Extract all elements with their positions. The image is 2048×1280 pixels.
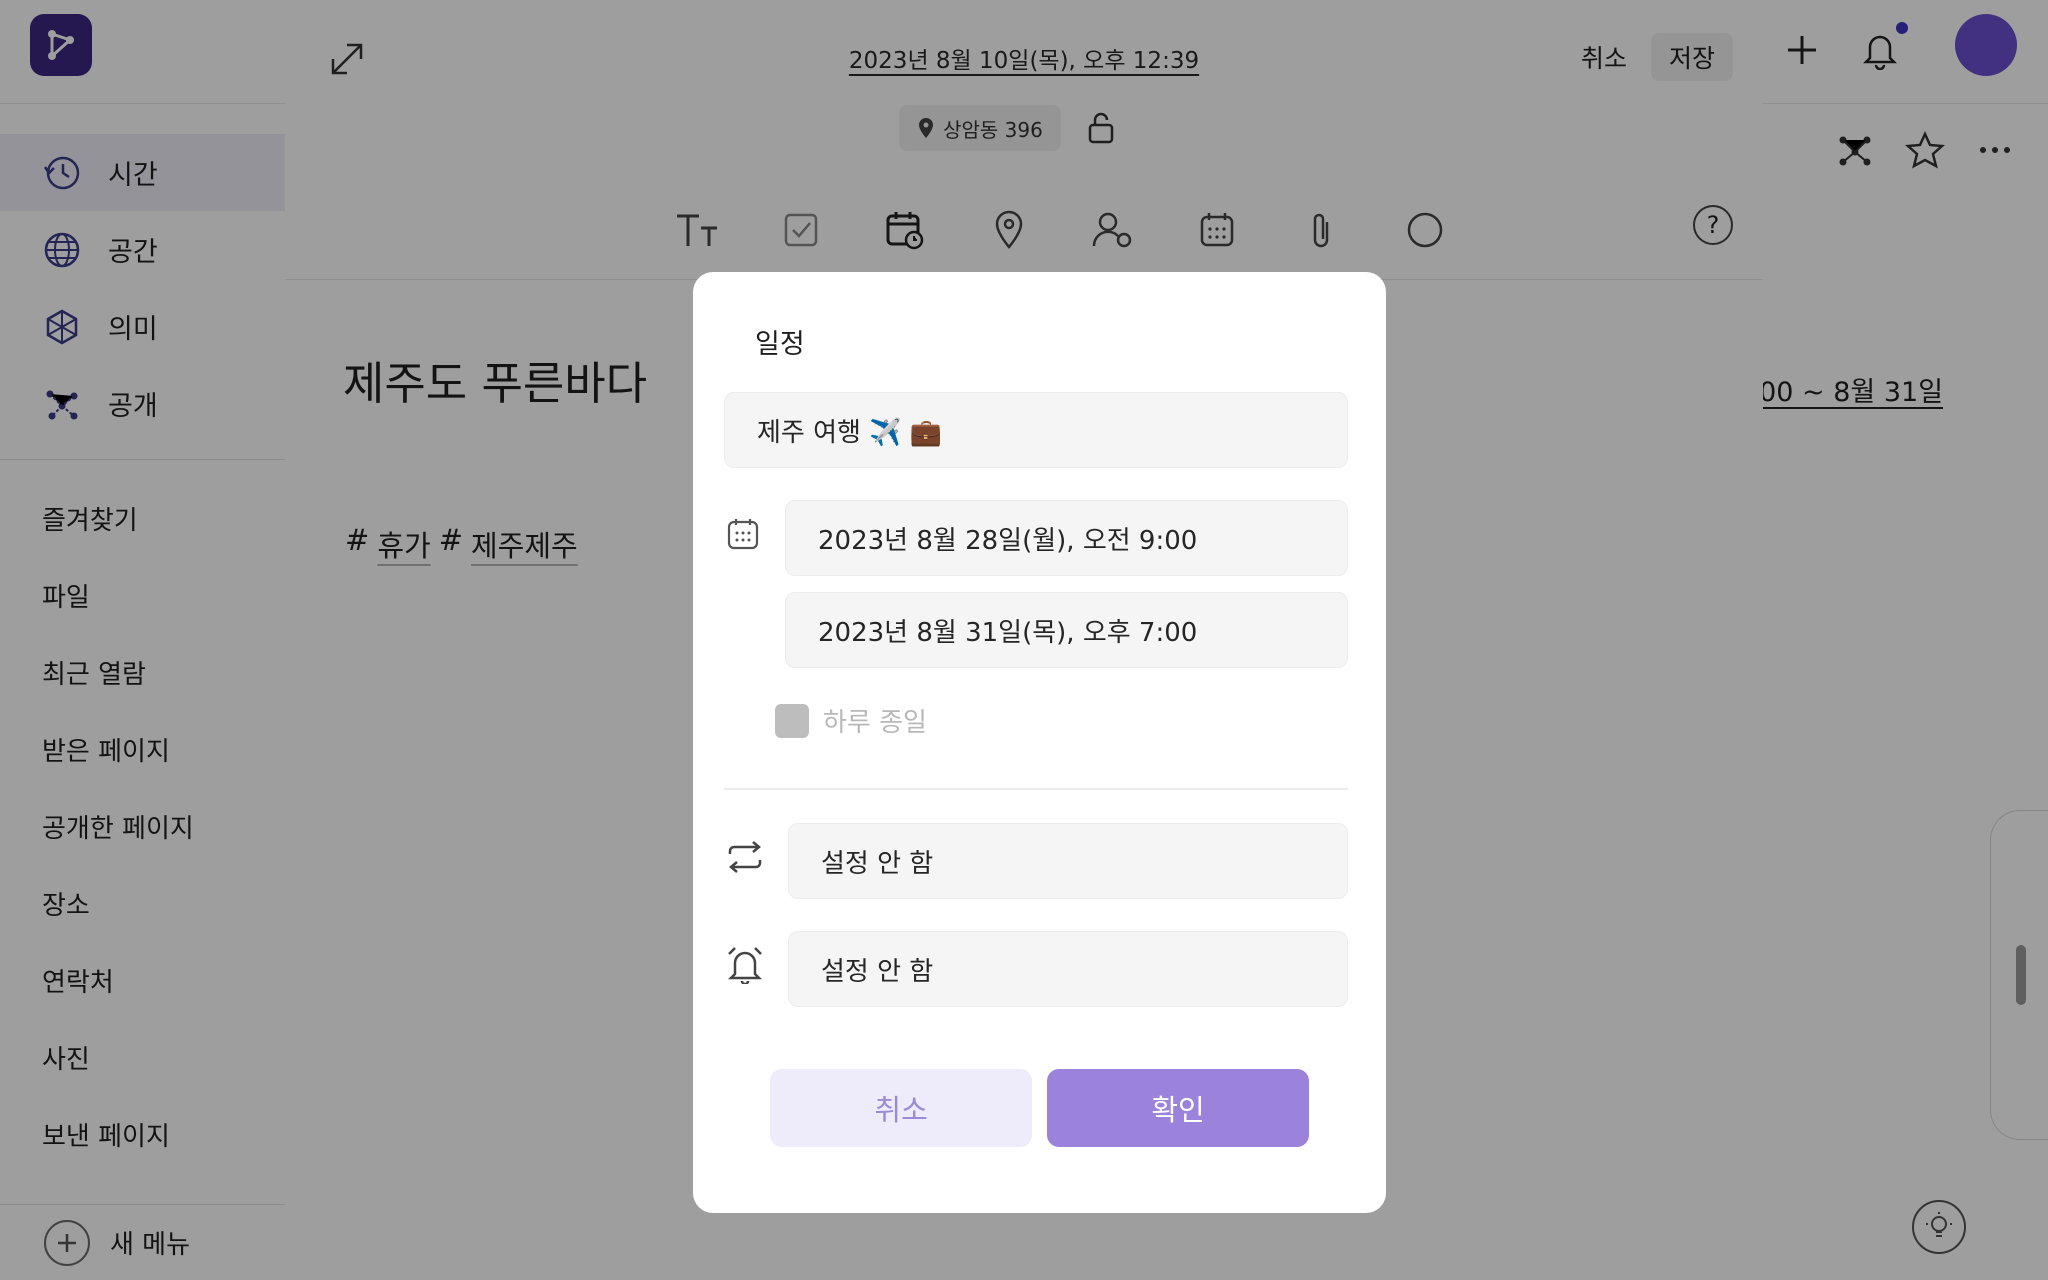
cancel-button[interactable]: 취소 bbox=[770, 1069, 1032, 1147]
dialog-divider bbox=[724, 788, 1348, 790]
checkbox-box bbox=[775, 703, 809, 738]
start-datetime-field[interactable]: 2023년 8월 28일(월), 오전 9:00 bbox=[785, 500, 1348, 576]
schedule-title-input[interactable]: 제주 여행 ✈️ 💼 bbox=[724, 392, 1348, 468]
all-day-checkbox[interactable]: 하루 종일 bbox=[775, 702, 927, 739]
repeat-select[interactable]: 설정 안 함 bbox=[788, 823, 1348, 899]
schedule-dialog: 일정 제주 여행 ✈️ 💼 2023년 8월 28일(월), 오전 9:00 2… bbox=[693, 272, 1386, 1213]
all-day-label: 하루 종일 bbox=[823, 708, 927, 738]
alarm-bell-icon bbox=[723, 942, 767, 986]
dialog-title: 일정 bbox=[755, 329, 805, 360]
calendar-icon bbox=[721, 512, 765, 556]
repeat-icon bbox=[723, 835, 767, 879]
alarm-select[interactable]: 설정 안 함 bbox=[788, 931, 1348, 1007]
end-datetime-field[interactable]: 2023년 8월 31일(목), 오후 7:00 bbox=[785, 592, 1348, 668]
confirm-button[interactable]: 확인 bbox=[1047, 1069, 1309, 1147]
